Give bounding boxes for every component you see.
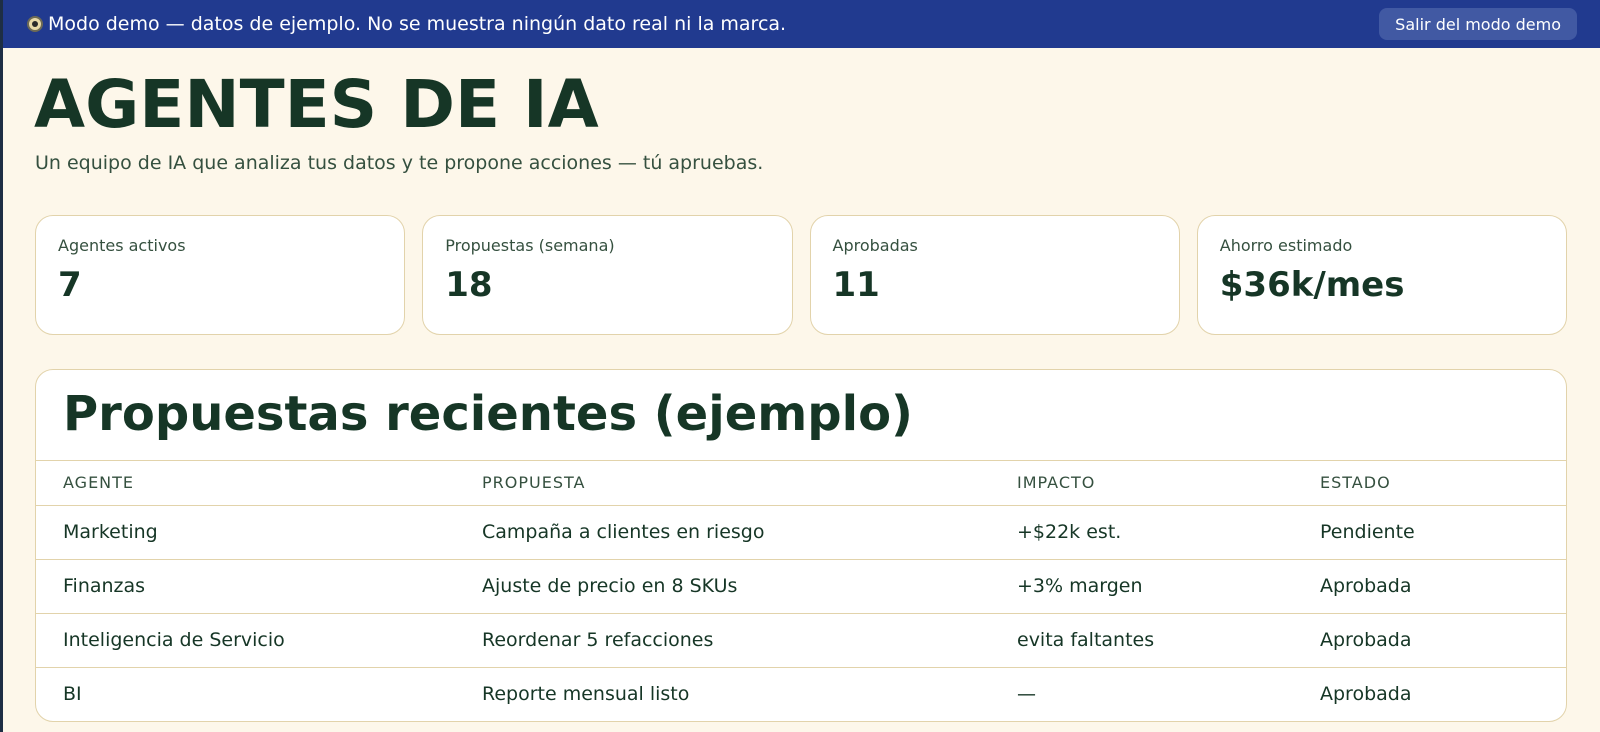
table-row[interactable]: Finanzas Ajuste de precio en 8 SKUs +3% … [36, 559, 1566, 614]
demo-message-text: Modo demo — datos de ejemplo. No se mues… [48, 13, 787, 35]
cell-agent: Finanzas [36, 559, 482, 614]
stat-card-approved: Aprobadas 11 [809, 215, 1180, 335]
demo-mode-banner: Modo demo — datos de ejemplo. No se mues… [3, 0, 1600, 48]
page-title: AGENTES DE IA [34, 66, 599, 143]
cell-status: Aprobada [1320, 613, 1566, 668]
table-row[interactable]: Inteligencia de Servicio Reordenar 5 ref… [36, 613, 1566, 668]
stat-value: $36k/mes [1219, 265, 1405, 305]
cell-status: Pendiente [1320, 505, 1566, 560]
column-header-impact: IMPACTO [1017, 461, 1320, 506]
exit-demo-button[interactable]: Salir del modo demo [1379, 8, 1577, 40]
column-header-status: ESTADO [1320, 461, 1566, 506]
panel-title: Propuestas recientes (ejemplo) [36, 370, 1566, 461]
cell-status: Aprobada [1320, 683, 1412, 706]
cell-status: Aprobada [1320, 559, 1566, 614]
cell-impact: — [1017, 683, 1036, 706]
cell-proposal: Campaña a clientes en riesgo [482, 505, 1017, 560]
table-header-row: AGENTE PROPUESTA IMPACTO ESTADO [36, 461, 1566, 506]
stat-card-estimated-savings: Ahorro estimado $36k/mes [1196, 215, 1567, 335]
eye-icon [27, 16, 43, 32]
cell-impact: +3% margen [1017, 559, 1320, 614]
stat-value: 18 [445, 265, 493, 305]
column-header-agent: AGENTE [36, 461, 482, 506]
cell-impact: evita faltantes [1017, 613, 1320, 668]
stats-row: Agentes activos 7 Propuestas (semana) 18… [35, 215, 1567, 335]
cell-proposal: Reordenar 5 refacciones [482, 613, 1017, 668]
stat-value: 7 [58, 265, 82, 305]
recent-proposals-panel: Propuestas recientes (ejemplo) AGENTE PR… [35, 369, 1567, 722]
cell-impact: +$22k est. [1017, 505, 1320, 560]
stat-label: Agentes activos [58, 236, 186, 255]
table-row[interactable]: BI Reporte mensual listo — Aprobada [36, 667, 1566, 721]
page-left-edge [0, 0, 3, 732]
stat-card-weekly-proposals: Propuestas (semana) 18 [422, 215, 793, 335]
column-header-proposal: PROPUESTA [482, 461, 1017, 506]
proposals-table: AGENTE PROPUESTA IMPACTO ESTADO Marketin… [36, 461, 1566, 721]
stat-label: Ahorro estimado [1219, 236, 1353, 255]
cell-agent: Marketing [36, 505, 482, 560]
stat-label: Propuestas (semana) [445, 236, 615, 255]
cell-agent: Inteligencia de Servicio [36, 613, 482, 668]
cell-agent: BI [63, 683, 82, 706]
stat-label: Aprobadas [832, 236, 918, 255]
stat-value: 11 [832, 265, 880, 305]
page-subtitle: Un equipo de IA que analiza tus datos y … [35, 152, 764, 174]
table-row[interactable]: Marketing Campaña a clientes en riesgo +… [36, 505, 1566, 560]
cell-proposal: Ajuste de precio en 8 SKUs [482, 559, 1017, 614]
stat-card-active-agents: Agentes activos 7 [35, 215, 406, 335]
cell-proposal: Reporte mensual listo [482, 683, 690, 706]
demo-message: Modo demo — datos de ejemplo. No se mues… [27, 13, 786, 35]
